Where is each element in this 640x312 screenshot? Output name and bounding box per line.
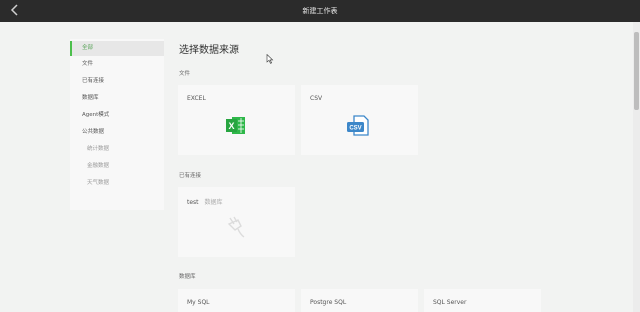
sidebar-item-statistics[interactable]: 统计数据 — [70, 142, 164, 157]
card-name: test 数据库 — [187, 197, 223, 206]
sidebar-item-public-data[interactable]: 公共数据 — [70, 125, 164, 140]
sidebar-item-connections[interactable]: 已有连接 — [70, 74, 164, 89]
connection-type: 数据库 — [204, 199, 223, 206]
card-name: My SQL — [187, 299, 210, 306]
connection-card-test[interactable]: test 数据库 — [178, 187, 295, 257]
card-name: CSV — [310, 95, 323, 102]
plug-icon — [227, 216, 245, 238]
svg-text:CSV: CSV — [349, 126, 361, 132]
sidebar-item-database[interactable]: 数据库 — [70, 91, 164, 106]
file-section-label: 文件 — [179, 71, 191, 77]
mouse-cursor-icon — [266, 54, 274, 64]
database-section-label: 数据库 — [179, 274, 196, 280]
scrollbar-thumb[interactable] — [634, 32, 639, 110]
connection-name: test — [187, 199, 199, 206]
sidebar-item-weather[interactable]: 天气数据 — [70, 176, 164, 191]
postgresql-card[interactable]: Postgre SQL — [301, 289, 418, 312]
vertical-scrollbar[interactable] — [633, 22, 640, 312]
card-name: Postgre SQL — [310, 299, 347, 306]
sidebar-item-agent[interactable]: Agent模式 — [70, 108, 164, 123]
mysql-card[interactable]: My SQL — [178, 289, 295, 312]
sidebar-item-file[interactable]: 文件 — [70, 57, 164, 72]
excel-icon: X — [226, 117, 245, 134]
connections-section-label: 已有连接 — [179, 173, 202, 179]
page-title: 新建工作表 — [302, 7, 338, 15]
section-heading: 选择数据来源 — [179, 45, 239, 56]
excel-card[interactable]: EXCEL X — [178, 85, 295, 155]
card-name: EXCEL — [187, 95, 206, 102]
sqlserver-card[interactable]: SQL Server — [424, 289, 541, 312]
csv-icon: CSV — [347, 115, 369, 136]
sidebar-item-finance[interactable]: 金融数据 — [70, 159, 164, 174]
svg-text:X: X — [228, 121, 234, 131]
top-bar: 新建工作表 — [0, 0, 640, 22]
card-name: SQL Server — [433, 299, 467, 306]
sidebar: 全部 文件 已有连接 数据库 Agent模式 公共数据 统计数据 金融数据 天气… — [70, 39, 164, 210]
csv-card[interactable]: CSV CSV — [301, 85, 418, 155]
sidebar-item-all[interactable]: 全部 — [70, 41, 164, 56]
